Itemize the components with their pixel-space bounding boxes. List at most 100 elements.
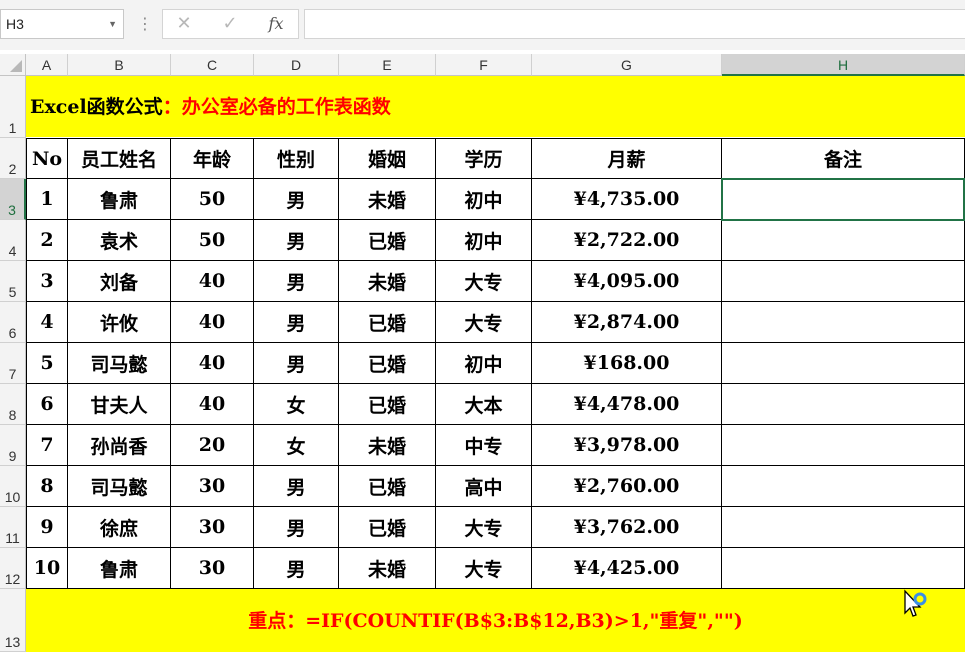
cell-a3[interactable]: 1 [26,179,68,220]
row-header-2[interactable]: 2 [0,138,26,179]
column-header-f[interactable]: F [436,54,532,76]
cell-b4[interactable]: 袁术 [68,220,171,261]
cell-h3[interactable] [722,179,965,220]
row-header-10[interactable]: 10 [0,466,26,507]
cell-f10[interactable]: 高中 [436,466,532,507]
cell-f12[interactable]: 大专 [436,548,532,589]
cell-e6[interactable]: 已婚 [339,302,436,343]
cell-d6[interactable]: 男 [254,302,339,343]
header-cell-c[interactable]: 年龄 [171,138,254,179]
cell-h7[interactable] [722,343,965,384]
cell-g6[interactable]: ¥2,874.00 [532,302,722,343]
cell-g8[interactable]: ¥4,478.00 [532,384,722,425]
cell-a6[interactable]: 4 [26,302,68,343]
row-header-3[interactable]: 3 [0,179,26,220]
cell-h12[interactable] [722,548,965,589]
cell-c5[interactable]: 40 [171,261,254,302]
header-cell-g[interactable]: 月薪 [532,138,722,179]
cell-d3[interactable]: 男 [254,179,339,220]
cell-a12[interactable]: 10 [26,548,68,589]
header-cell-e[interactable]: 婚姻 [339,138,436,179]
cell-f3[interactable]: 初中 [436,179,532,220]
column-header-d[interactable]: D [254,54,339,76]
cell-f7[interactable]: 初中 [436,343,532,384]
more-options-icon[interactable]: ⋮ [137,10,153,38]
row-header-1[interactable]: 1 [0,76,26,138]
cell-c8[interactable]: 40 [171,384,254,425]
row-header-6[interactable]: 6 [0,302,26,343]
cell-d10[interactable]: 男 [254,466,339,507]
cell-h10[interactable] [722,466,965,507]
header-cell-h[interactable]: 备注 [722,138,965,179]
cell-c6[interactable]: 40 [171,302,254,343]
cell-a9[interactable]: 7 [26,425,68,466]
cell-a7[interactable]: 5 [26,343,68,384]
cell-g4[interactable]: ¥2,722.00 [532,220,722,261]
cell-d11[interactable]: 男 [254,507,339,548]
cell-e5[interactable]: 未婚 [339,261,436,302]
cell-g10[interactable]: ¥2,760.00 [532,466,722,507]
cell-b6[interactable]: 许攸 [68,302,171,343]
row-header-7[interactable]: 7 [0,343,26,384]
cell-b3[interactable]: 鲁肃 [68,179,171,220]
cell-h6[interactable] [722,302,965,343]
cell-d8[interactable]: 女 [254,384,339,425]
cell-c3[interactable]: 50 [171,179,254,220]
cell-d12[interactable]: 男 [254,548,339,589]
cell-h5[interactable] [722,261,965,302]
header-cell-d[interactable]: 性别 [254,138,339,179]
column-header-b[interactable]: B [68,54,171,76]
column-header-h[interactable]: H [722,54,965,76]
header-cell-f[interactable]: 学历 [436,138,532,179]
cell-d4[interactable]: 男 [254,220,339,261]
row-header-8[interactable]: 8 [0,384,26,425]
cell-g5[interactable]: ¥4,095.00 [532,261,722,302]
cell-f11[interactable]: 大专 [436,507,532,548]
select-all-button[interactable] [0,54,26,76]
cell-b8[interactable]: 甘夫人 [68,384,171,425]
sheet-title[interactable]: Excel函数公式：办公室必备的工作表函数 [30,92,391,119]
cancel-icon[interactable]: ✕ [167,10,201,38]
cell-b7[interactable]: 司马懿 [68,343,171,384]
cell-c10[interactable]: 30 [171,466,254,507]
cell-c4[interactable]: 50 [171,220,254,261]
cell-b11[interactable]: 徐庶 [68,507,171,548]
row-header-13[interactable]: 13 [0,589,26,652]
cell-b5[interactable]: 刘备 [68,261,171,302]
header-cell-b[interactable]: 员工姓名 [68,138,171,179]
insert-function-icon[interactable]: fx [259,10,293,38]
column-header-c[interactable]: C [171,54,254,76]
formula-input[interactable] [304,9,965,39]
cell-f9[interactable]: 中专 [436,425,532,466]
cell-h8[interactable] [722,384,965,425]
cell-b12[interactable]: 鲁肃 [68,548,171,589]
cell-h11[interactable] [722,507,965,548]
cell-d7[interactable]: 男 [254,343,339,384]
cell-f8[interactable]: 大本 [436,384,532,425]
cell-e4[interactable]: 已婚 [339,220,436,261]
cell-h4[interactable] [722,220,965,261]
row-header-9[interactable]: 9 [0,425,26,466]
cell-e11[interactable]: 已婚 [339,507,436,548]
cell-b10[interactable]: 司马懿 [68,466,171,507]
cell-b9[interactable]: 孙尚香 [68,425,171,466]
row-header-11[interactable]: 11 [0,507,26,548]
cell-e10[interactable]: 已婚 [339,466,436,507]
cell-e9[interactable]: 未婚 [339,425,436,466]
cell-a4[interactable]: 2 [26,220,68,261]
cell-e12[interactable]: 未婚 [339,548,436,589]
cell-h9[interactable] [722,425,965,466]
cell-c12[interactable]: 30 [171,548,254,589]
cell-e3[interactable]: 未婚 [339,179,436,220]
enter-icon[interactable]: ✓ [213,10,247,38]
row-header-5[interactable]: 5 [0,261,26,302]
cell-d5[interactable]: 男 [254,261,339,302]
header-cell-a[interactable]: No [26,138,68,179]
cell-f5[interactable]: 大专 [436,261,532,302]
cell-a11[interactable]: 9 [26,507,68,548]
cell-c9[interactable]: 20 [171,425,254,466]
formula-note[interactable]: 重点：=IF(COUNTIF(B$3:B$12,B3)>1,"重复","") [26,608,965,634]
cell-d9[interactable]: 女 [254,425,339,466]
cell-a5[interactable]: 3 [26,261,68,302]
cell-g3[interactable]: ¥4,735.00 [532,179,722,220]
